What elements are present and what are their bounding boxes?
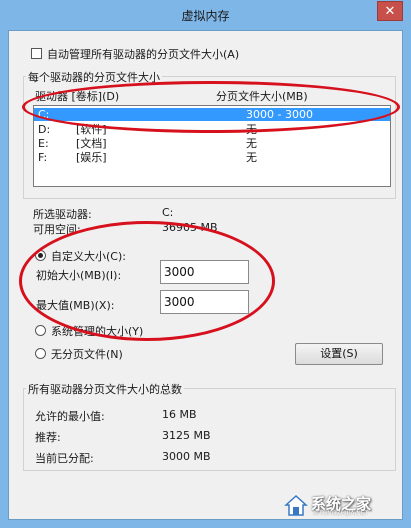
title-bar: 虚拟内存 ✕	[0, 0, 411, 30]
window-title: 虚拟内存	[181, 9, 230, 23]
selected-drive-value: C:	[162, 206, 174, 219]
recommended-value: 3125 MB	[162, 429, 211, 442]
drives-list[interactable]: C: 3000 - 3000 D: [软件] 无 E: [文档] 无 F: [娱…	[33, 105, 391, 187]
totals-group-legend: 所有驱动器分页文件大小的总数	[26, 381, 184, 397]
currently-allocated-label: 当前已分配:	[35, 452, 94, 465]
auto-manage-checkbox[interactable]	[31, 48, 42, 59]
min-allowed-value: 16 MB	[162, 408, 197, 421]
max-size-input[interactable]: 3000	[160, 290, 249, 314]
dialog-body: 自动管理所有驱动器的分页文件大小(A) 每个驱动器的分页文件大小 驱动器 [卷标…	[8, 30, 403, 520]
drive-letter: C:	[38, 108, 50, 121]
initial-size-input[interactable]: 3000	[160, 260, 249, 284]
drives-group-legend: 每个驱动器的分页文件大小	[26, 69, 162, 85]
max-size-label: 最大值(MB)(X):	[36, 299, 115, 312]
drive-size: 无	[246, 137, 257, 150]
column-header-size: 分页文件大小(MB)	[216, 90, 308, 103]
drive-label: [娱乐]	[76, 151, 107, 164]
system-managed-label[interactable]: 系统管理的大小(Y)	[51, 323, 143, 339]
currently-allocated-value: 3000 MB	[162, 450, 211, 463]
free-space-label: 可用空间:	[33, 223, 81, 236]
drive-letter: D:	[38, 123, 51, 136]
drive-row-d[interactable]: D: [软件] 无	[34, 123, 390, 136]
column-header-drive: 驱动器 [卷标](D)	[35, 90, 120, 103]
drive-size: 无	[246, 123, 257, 136]
custom-size-radio[interactable]	[35, 250, 46, 261]
drive-size: 无	[246, 151, 257, 164]
custom-size-label[interactable]: 自定义大小(C):	[51, 248, 126, 264]
no-paging-radio[interactable]	[35, 348, 46, 359]
drive-row-f[interactable]: F: [娱乐] 无	[34, 151, 390, 164]
drive-letter: F:	[38, 151, 48, 164]
system-managed-radio[interactable]	[35, 325, 46, 336]
drive-label: [文档]	[76, 137, 107, 150]
free-space-value: 36905 MB	[162, 221, 218, 234]
drive-letter: E:	[38, 137, 49, 150]
drive-label: [软件]	[76, 123, 107, 136]
watermark: 系统之家 XITONGZHIJIA.NET	[283, 490, 403, 520]
selected-drive-label: 所选驱动器:	[33, 208, 92, 221]
close-button[interactable]: ✕	[377, 1, 403, 21]
set-button[interactable]: 设置(S)	[295, 343, 383, 365]
min-allowed-label: 允许的最小值:	[35, 410, 105, 423]
auto-manage-label[interactable]: 自动管理所有驱动器的分页文件大小(A)	[47, 46, 239, 62]
drive-size: 3000 - 3000	[246, 108, 313, 121]
virtual-memory-window: 虚拟内存 ✕ 自动管理所有驱动器的分页文件大小(A) 每个驱动器的分页文件大小 …	[0, 0, 411, 528]
initial-size-label: 初始大小(MB)(I):	[36, 269, 122, 282]
recommended-label: 推荐:	[35, 431, 61, 444]
watermark-subtext: XITONGZHIJIA.NET	[313, 510, 369, 517]
drive-row-c[interactable]: C: 3000 - 3000	[34, 108, 390, 121]
house-logo-icon	[284, 494, 308, 516]
no-paging-label[interactable]: 无分页文件(N)	[51, 346, 123, 362]
drive-row-e[interactable]: E: [文档] 无	[34, 137, 390, 150]
